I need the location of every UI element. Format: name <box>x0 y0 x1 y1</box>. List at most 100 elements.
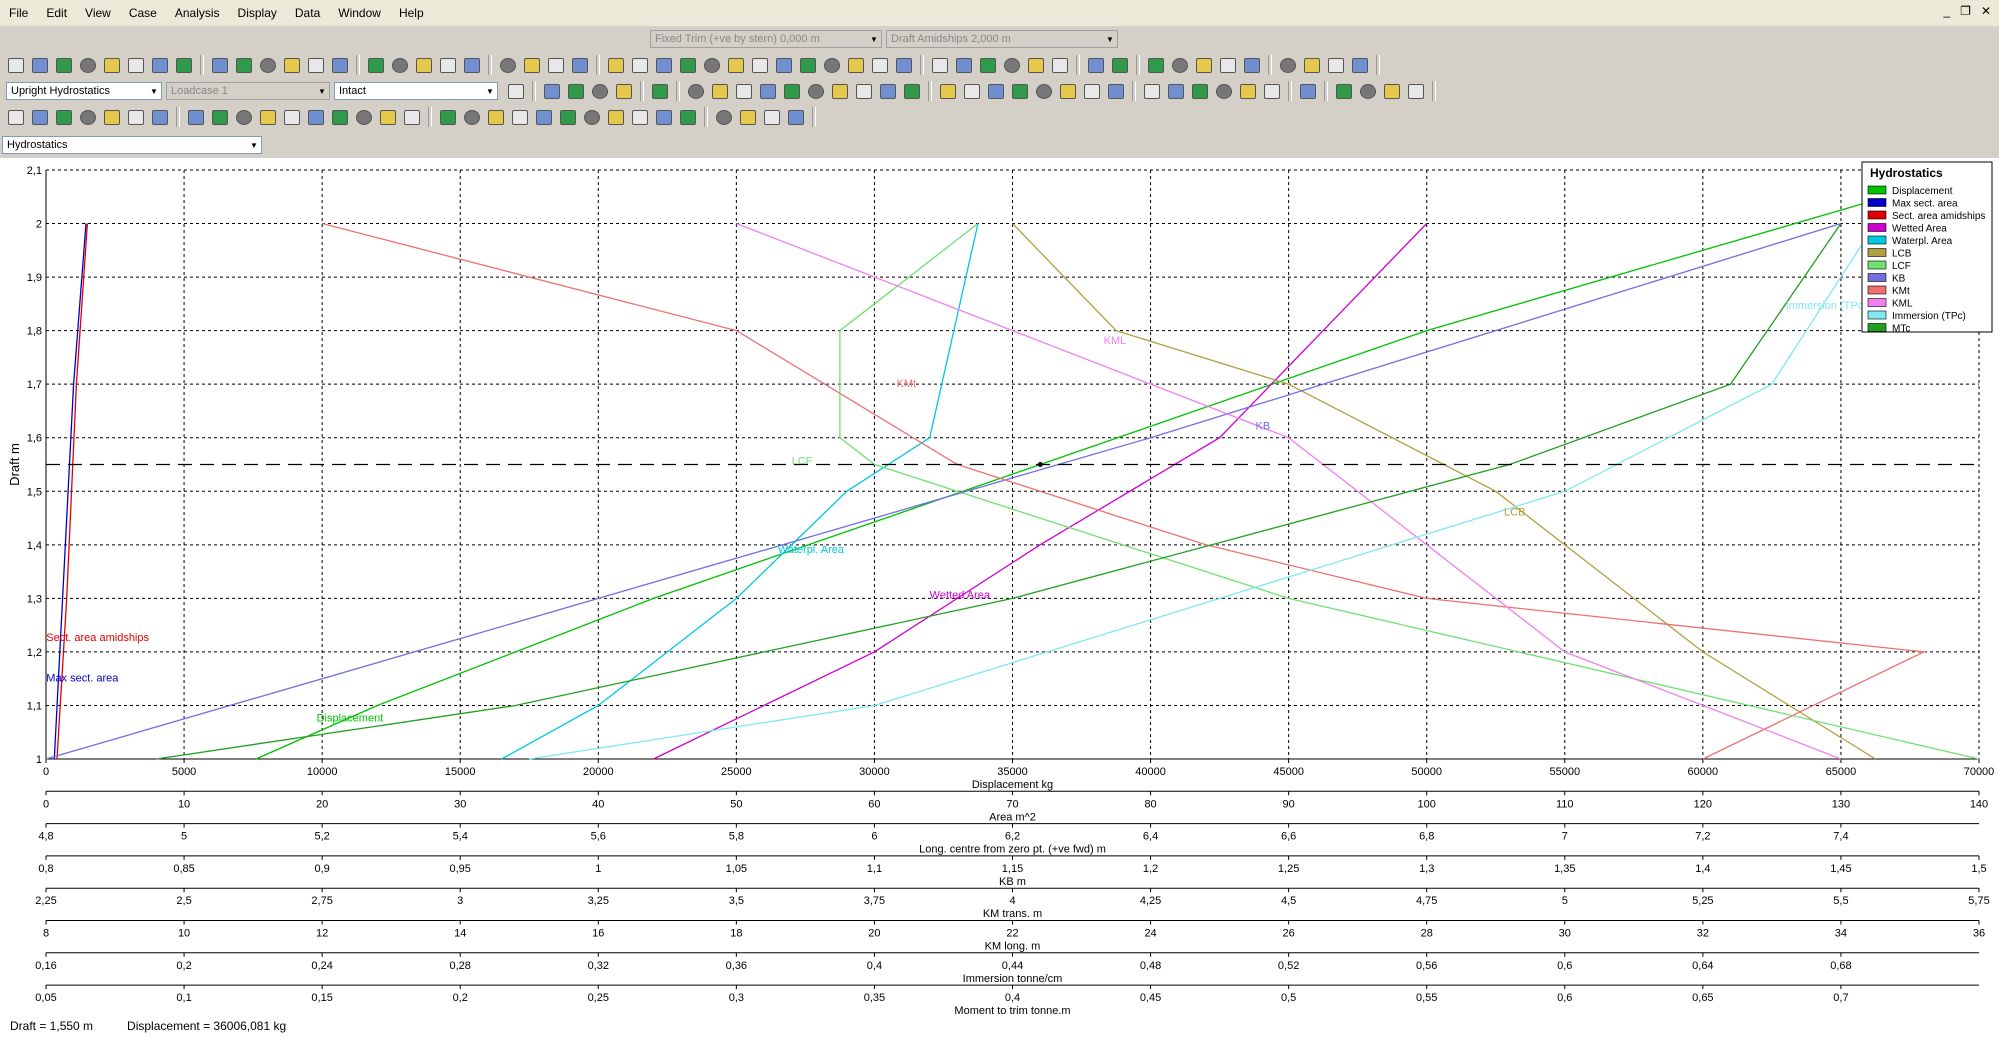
toolbar-button-icon[interactable] <box>1057 80 1079 102</box>
toolbar-button-icon[interactable] <box>557 106 579 128</box>
analysis-combo[interactable]: Upright Hydrostatics ▼ <box>6 82 162 100</box>
toolbar-button-icon[interactable] <box>185 106 207 128</box>
view-combo[interactable]: Hydrostatics ▼ <box>2 136 262 154</box>
toolbar-button-icon[interactable] <box>461 106 483 128</box>
toolbar-button-icon[interactable] <box>53 106 75 128</box>
chevron-down-icon[interactable]: ▼ <box>315 83 329 99</box>
menu-case[interactable]: Case <box>120 0 166 26</box>
toolbar-button-icon[interactable] <box>1405 80 1427 102</box>
toolbar-button-icon[interactable] <box>845 54 867 76</box>
toolbar-button-icon[interactable] <box>569 54 591 76</box>
toolbar-button-icon[interactable] <box>5 54 27 76</box>
close-icon[interactable]: ✕ <box>1981 4 1991 18</box>
toolbar-button-icon[interactable] <box>389 54 411 76</box>
menu-file[interactable]: File <box>0 0 37 26</box>
menu-display[interactable]: Display <box>229 0 286 26</box>
chevron-down-icon[interactable]: ▼ <box>483 83 497 99</box>
toolbar-button-icon[interactable] <box>281 54 303 76</box>
toolbar-button-icon[interactable] <box>605 106 627 128</box>
toolbar-button-icon[interactable] <box>1081 80 1103 102</box>
toolbar-button-icon[interactable] <box>257 54 279 76</box>
toolbar-button-icon[interactable] <box>589 80 611 102</box>
trim-combo[interactable]: Fixed Trim (+ve by stern) 0,000 m ▼ <box>650 30 882 48</box>
toolbar-button-icon[interactable] <box>725 54 747 76</box>
minimize-icon[interactable]: _ <box>1943 4 1950 18</box>
hydrostatics-chart[interactable]: 1 1,1 1,2 1,3 1,4 1,5 1,6 1,7 1,8 1,9 2 2,1 Draft m 0… <box>0 158 1999 1017</box>
toolbar-button-icon[interactable] <box>305 54 327 76</box>
toolbar-button-icon[interactable] <box>1381 80 1403 102</box>
toolbar-button-icon[interactable] <box>233 106 255 128</box>
toolbar-button-icon[interactable] <box>853 80 875 102</box>
toolbar-button-icon[interactable] <box>125 54 147 76</box>
toolbar-button-icon[interactable] <box>101 106 123 128</box>
toolbar-button-icon[interactable] <box>353 106 375 128</box>
toolbar-button-icon[interactable] <box>961 80 983 102</box>
toolbar-button-icon[interactable] <box>1349 54 1371 76</box>
toolbar-button-icon[interactable] <box>761 106 783 128</box>
toolbar-button-icon[interactable] <box>521 54 543 76</box>
toolbar-button-icon[interactable] <box>953 54 975 76</box>
toolbar-button-icon[interactable] <box>365 54 387 76</box>
toolbar-button-icon[interactable] <box>437 54 459 76</box>
toolbar-button-icon[interactable] <box>173 54 195 76</box>
toolbar-button-icon[interactable] <box>149 54 171 76</box>
toolbar-button-icon[interactable] <box>305 106 327 128</box>
toolbar-button-icon[interactable] <box>209 106 231 128</box>
toolbar-button-icon[interactable] <box>653 54 675 76</box>
toolbar-button-icon[interactable] <box>1301 54 1323 76</box>
toolbar-button-icon[interactable] <box>653 106 675 128</box>
toolbar-button-icon[interactable] <box>401 106 423 128</box>
toolbar-button-icon[interactable] <box>1109 54 1131 76</box>
toolbar-button-icon[interactable] <box>1105 80 1127 102</box>
toolbar-button-icon[interactable] <box>1277 54 1299 76</box>
toolbar-button-icon[interactable] <box>1189 80 1211 102</box>
toolbar-button-icon[interactable] <box>485 106 507 128</box>
toolbar-button-icon[interactable] <box>281 106 303 128</box>
menu-window[interactable]: Window <box>329 0 390 26</box>
draft-combo[interactable]: Draft Amidships 2,000 m ▼ <box>886 30 1118 48</box>
chevron-down-icon[interactable]: ▼ <box>147 83 161 99</box>
toolbar-button-icon[interactable] <box>497 54 519 76</box>
loadcase-combo[interactable]: Loadcase 1 ▼ <box>166 82 330 100</box>
toolbar-button-icon[interactable] <box>977 54 999 76</box>
toolbar-button-icon[interactable] <box>505 80 527 102</box>
toolbar-button-icon[interactable] <box>1261 80 1283 102</box>
menu-view[interactable]: View <box>76 0 120 26</box>
restore-icon[interactable]: ❐ <box>1960 4 1971 18</box>
toolbar-button-icon[interactable] <box>781 80 803 102</box>
toolbar-button-icon[interactable] <box>805 80 827 102</box>
toolbar-button-icon[interactable] <box>533 106 555 128</box>
toolbar-button-icon[interactable] <box>541 80 563 102</box>
toolbar-button-icon[interactable] <box>785 106 807 128</box>
toolbar-button-icon[interactable] <box>1237 80 1259 102</box>
toolbar-button-icon[interactable] <box>149 106 171 128</box>
toolbar-button-icon[interactable] <box>677 106 699 128</box>
toolbar-button-icon[interactable] <box>1141 80 1163 102</box>
menu-analysis[interactable]: Analysis <box>166 0 229 26</box>
toolbar-button-icon[interactable] <box>1025 54 1047 76</box>
toolbar-button-icon[interactable] <box>629 106 651 128</box>
toolbar-button-icon[interactable] <box>29 54 51 76</box>
toolbar-button-icon[interactable] <box>77 54 99 76</box>
toolbar-button-icon[interactable] <box>581 106 603 128</box>
toolbar-button-icon[interactable] <box>1325 54 1347 76</box>
toolbar-button-icon[interactable] <box>733 80 755 102</box>
toolbar-button-icon[interactable] <box>1213 80 1235 102</box>
toolbar-button-icon[interactable] <box>1333 80 1355 102</box>
toolbar-button-icon[interactable] <box>1001 54 1023 76</box>
toolbar-button-icon[interactable] <box>257 106 279 128</box>
toolbar-button-icon[interactable] <box>937 80 959 102</box>
toolbar-button-icon[interactable] <box>1049 54 1071 76</box>
toolbar-button-icon[interactable] <box>1297 80 1319 102</box>
menu-edit[interactable]: Edit <box>37 0 76 26</box>
toolbar-button-icon[interactable] <box>629 54 651 76</box>
toolbar-button-icon[interactable] <box>829 80 851 102</box>
toolbar-button-icon[interactable] <box>649 80 671 102</box>
toolbar-button-icon[interactable] <box>1085 54 1107 76</box>
toolbar-button-icon[interactable] <box>329 106 351 128</box>
toolbar-button-icon[interactable] <box>929 54 951 76</box>
toolbar-button-icon[interactable] <box>757 80 779 102</box>
toolbar-button-icon[interactable] <box>737 106 759 128</box>
toolbar-button-icon[interactable] <box>1357 80 1379 102</box>
toolbar-button-icon[interactable] <box>509 106 531 128</box>
